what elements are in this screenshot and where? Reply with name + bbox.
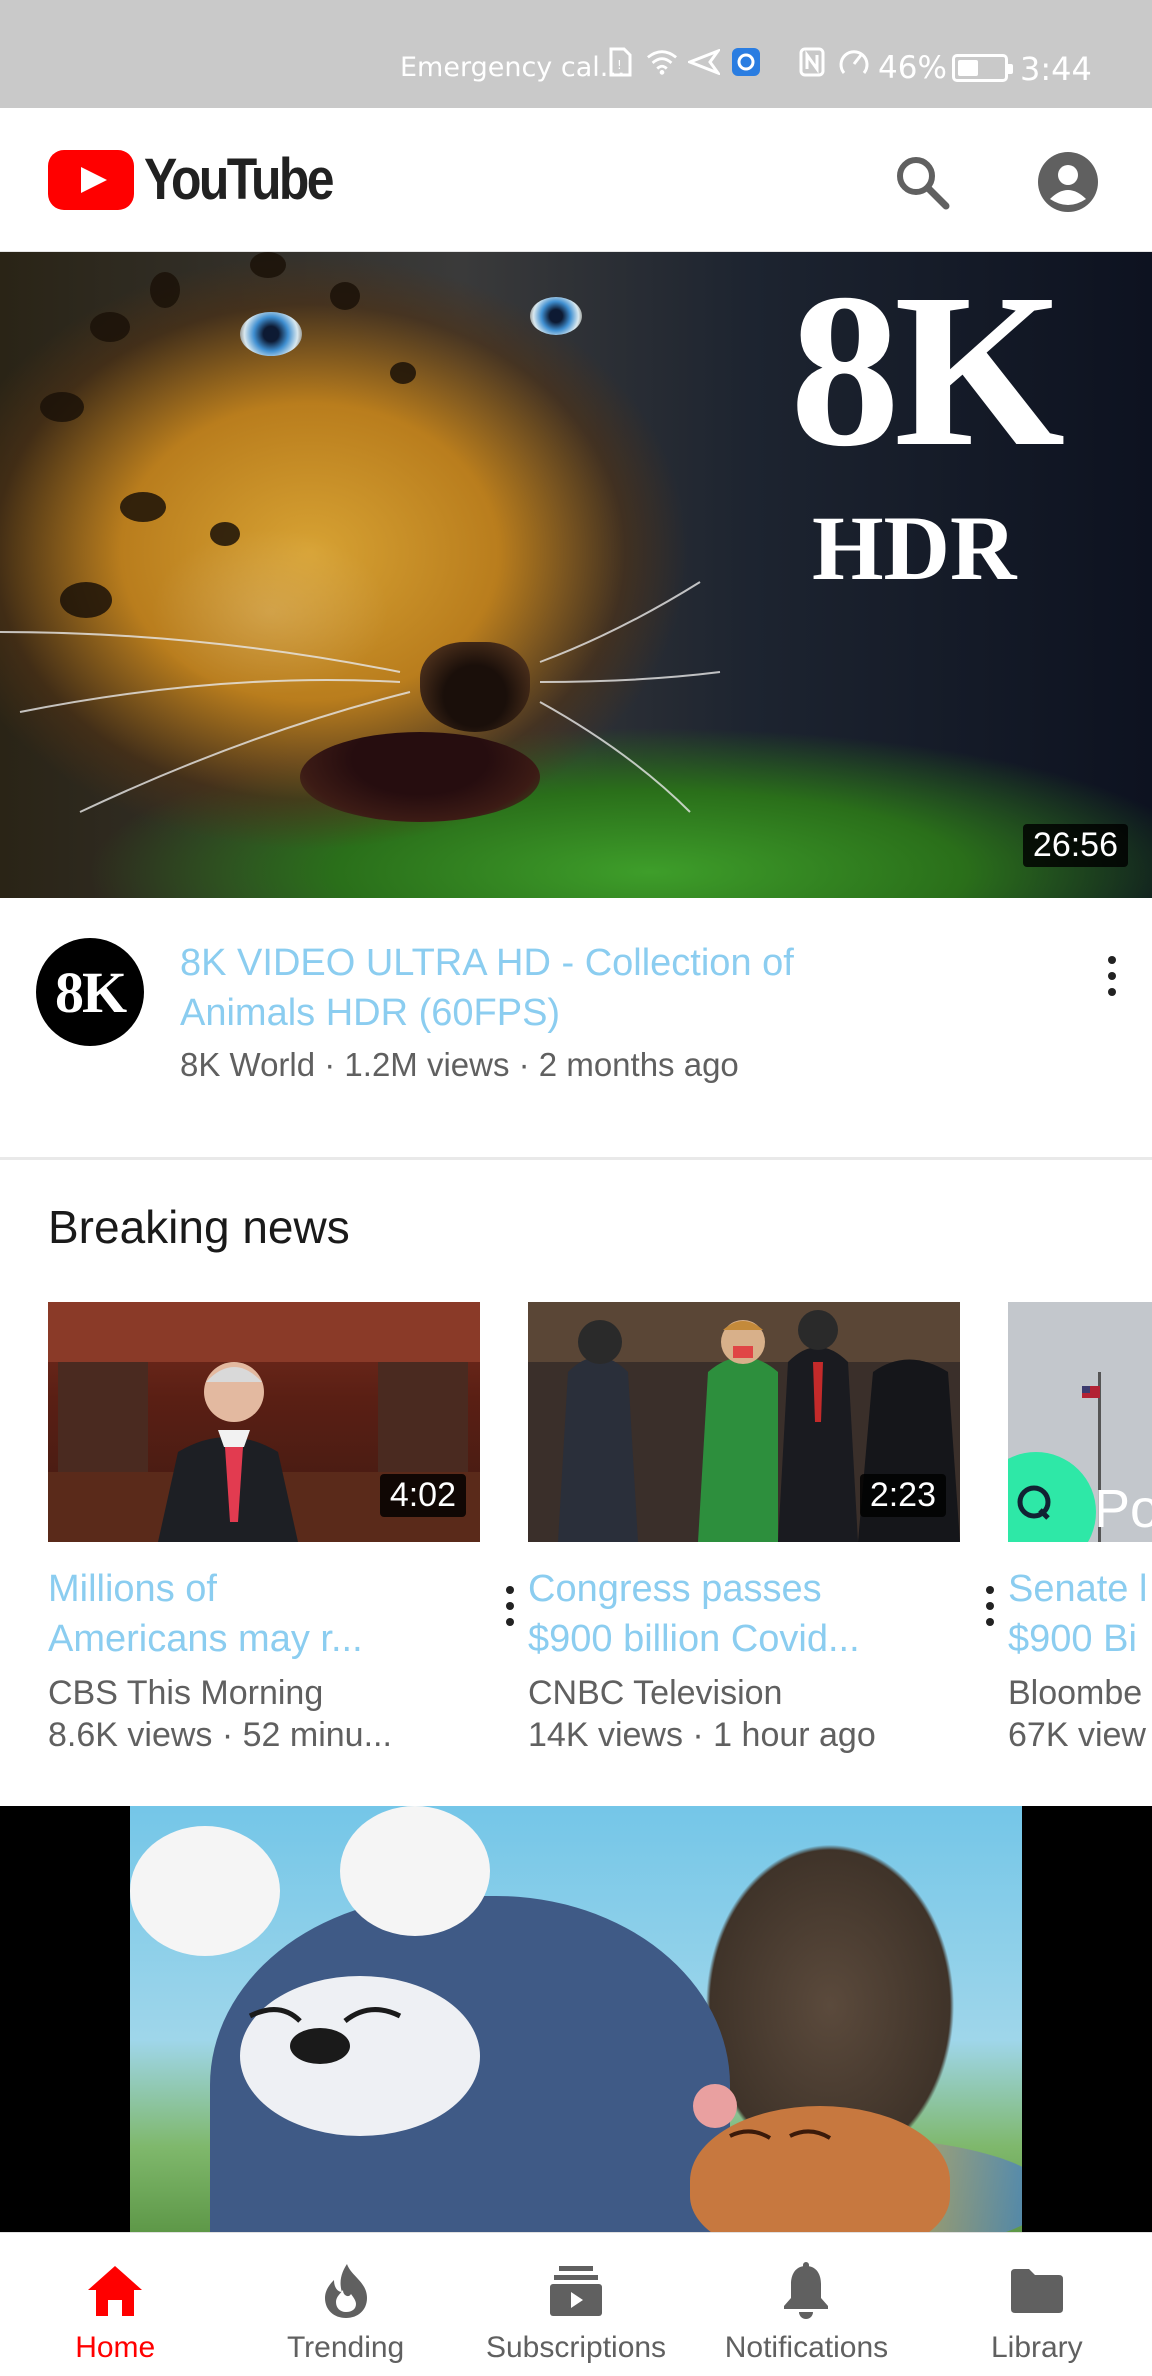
nav-home[interactable]: Home — [0, 2233, 230, 2376]
bell-icon — [776, 2261, 836, 2321]
app-notification-icon — [730, 46, 762, 78]
home-icon — [85, 2261, 145, 2321]
thumbnail-8k-text: 8K — [790, 252, 1065, 492]
clock: 3:44 — [1020, 50, 1092, 88]
news-card[interactable]: 4:02 Millions of Americans may r... CBS … — [48, 1302, 514, 1754]
video-duration: 4:02 — [379, 1474, 466, 1517]
folder-icon — [1007, 2261, 1067, 2321]
kebab-dot — [986, 1602, 994, 1610]
logo-text: YouTube — [144, 147, 334, 212]
video-title[interactable]: Millions of — [48, 1564, 428, 1614]
nav-label: Subscriptions — [485, 2331, 667, 2364]
news-card-thumbnail[interactable]: 2:23 — [528, 1302, 960, 1542]
video-title[interactable]: 8K VIDEO ULTRA HD - Collection of Animal… — [180, 938, 880, 1038]
search-button[interactable] — [888, 148, 956, 216]
kebab-dot — [1108, 988, 1116, 996]
news-card-thumbnail[interactable]: Po — [1008, 1302, 1152, 1542]
search-icon — [897, 157, 950, 210]
app-header: YouTube — [0, 108, 1152, 252]
battery-percent: 46% — [878, 50, 947, 86]
trending-flame-icon — [316, 2261, 376, 2321]
status-icons: ! — [604, 46, 870, 78]
nav-trending[interactable]: Trending — [230, 2233, 460, 2376]
video-title-line2[interactable]: Americans may r... — [48, 1614, 428, 1664]
video-title-line2[interactable]: $900 billion Covid... — [528, 1614, 908, 1664]
wifi-icon — [646, 46, 678, 78]
send-icon — [688, 46, 720, 78]
battery-tip — [1008, 64, 1013, 74]
nav-label: Trending — [286, 2331, 405, 2364]
svg-text:!: ! — [617, 58, 622, 72]
more-options-button[interactable] — [490, 1576, 530, 1636]
channel-avatar[interactable]: 8K — [36, 938, 144, 1046]
kebab-dot — [986, 1618, 994, 1626]
subscriptions-icon — [546, 2261, 606, 2321]
nav-label: Notifications — [724, 2331, 889, 2364]
cartoon-frame — [130, 1806, 1022, 2232]
channel-name: Bloombe — [1008, 1674, 1143, 1712]
emergency-call-text: Emergency cal... — [400, 52, 626, 83]
shelf-title: Breaking news — [48, 1201, 350, 1253]
kebab-dot — [506, 1618, 514, 1626]
play-logo-icon — [48, 149, 134, 210]
account-button[interactable] — [1034, 148, 1102, 216]
video-duration: 2:23 — [859, 1474, 946, 1517]
video-meta: 8K World · 1.2M views · 2 months ago — [180, 1046, 739, 1083]
nav-notifications[interactable]: Notifications — [691, 2233, 921, 2376]
sim-icon: ! — [604, 46, 636, 78]
video-title-line2[interactable]: $900 Bi — [1008, 1614, 1152, 1664]
video-meta: 8.6K views · 52 minu... — [48, 1716, 392, 1754]
video-meta: 14K views · 1 hour ago — [528, 1716, 876, 1754]
channel-name: CNBC Television — [528, 1674, 783, 1712]
video-title[interactable]: Senate l — [1008, 1564, 1152, 1614]
more-options-button[interactable] — [970, 1576, 1010, 1636]
featured-video-thumbnail[interactable]: 8K HDR 26:56 — [0, 252, 1152, 898]
kebab-dot — [1108, 972, 1116, 980]
thumbnail-hdr-text: HDR — [812, 497, 1017, 599]
status-bar: Emergency cal... ! 46% 3:44 — [0, 0, 1152, 108]
nav-label: Library — [990, 2331, 1083, 2364]
account-circle-icon — [1038, 152, 1098, 212]
battery-fill — [958, 60, 979, 76]
news-card[interactable]: 2:23 Congress passes $900 billion Covid.… — [528, 1302, 994, 1754]
bottom-navigation: Home Trending Subscriptions Notification… — [0, 2232, 1152, 2376]
kebab-dot — [1108, 956, 1116, 964]
battery-icon — [952, 54, 1013, 82]
data-saver-icon — [838, 46, 870, 78]
kebab-dot — [506, 1602, 514, 1610]
nav-label: Home — [75, 2331, 156, 2364]
news-card-thumbnail[interactable]: 4:02 — [48, 1302, 480, 1542]
video-duration: 26:56 — [1022, 824, 1128, 867]
nav-subscriptions[interactable]: Subscriptions — [461, 2233, 691, 2376]
kebab-dot — [986, 1586, 994, 1594]
nfc-icon — [796, 46, 828, 78]
nav-library[interactable]: Library — [922, 2233, 1152, 2376]
cartoon-details — [248, 2007, 832, 2140]
thumbnail-overlay-text: Po — [1094, 1479, 1152, 1539]
kebab-dot — [506, 1586, 514, 1594]
featured-video-info[interactable]: 8K 8K VIDEO ULTRA HD - Collection of Ani… — [0, 898, 1152, 1160]
news-card[interactable]: Po Senate l $900 Bi Bloombe 67K view — [1008, 1302, 1152, 1762]
video-title[interactable]: Congress passes — [528, 1564, 908, 1614]
youtube-logo[interactable]: YouTube — [48, 146, 362, 213]
channel-name: CBS This Morning — [48, 1674, 324, 1712]
more-options-button[interactable] — [1092, 946, 1132, 1006]
video-thumbnail[interactable] — [0, 1806, 1152, 2232]
video-meta: 67K view — [1008, 1716, 1146, 1754]
